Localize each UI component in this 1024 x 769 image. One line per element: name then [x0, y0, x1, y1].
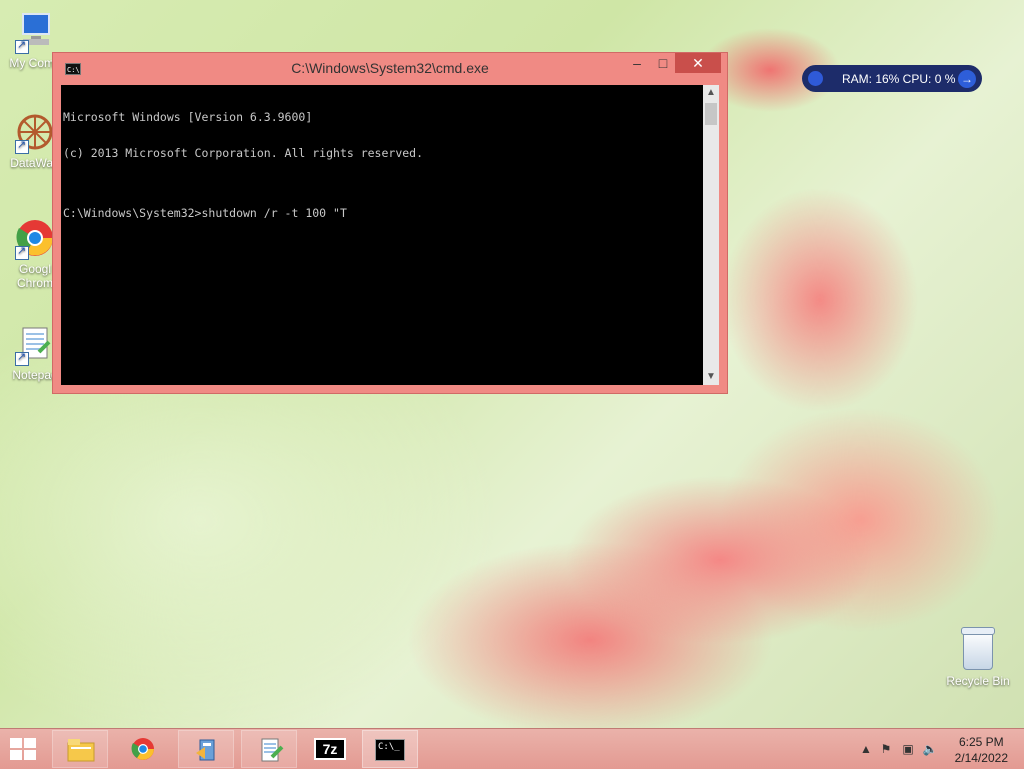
clock-time: 6:25 PM [958, 735, 1004, 749]
scroll-thumb[interactable] [705, 103, 717, 125]
window-titlebar[interactable]: C:\ C:\Windows\System32\cmd.exe – □ ✕ [53, 53, 727, 85]
taskbar-7zip[interactable]: 7z [304, 730, 360, 768]
taskbar: 7z C:\_ ▲ ⚑ ▣ 🔈 6:25 PM 2/14/2022 [0, 728, 1024, 769]
taskbar-installer[interactable] [178, 730, 234, 768]
notepadpp-icon [261, 738, 284, 762]
taskbar-cmd[interactable]: C:\_ [362, 730, 418, 768]
taskbar-chrome[interactable] [115, 730, 171, 768]
console-output[interactable]: Microsoft Windows [Version 6.3.9600] (c)… [61, 85, 713, 385]
system-monitor-widget[interactable]: RAM: 16% CPU: 0 % → [802, 65, 982, 92]
action-center-flag-icon[interactable]: ⚑ [878, 742, 894, 756]
tray-chevron-up-icon[interactable]: ▲ [858, 742, 874, 756]
scroll-up-arrow-icon[interactable]: ▲ [703, 85, 719, 101]
file-explorer-icon [67, 739, 95, 762]
datawagon-icon [13, 110, 57, 154]
console-line: Microsoft Windows [Version 6.3.9600] [63, 110, 313, 124]
maximize-button[interactable]: □ [649, 53, 677, 73]
recycle-bin-icon [961, 627, 995, 670]
desktop-icon-label: Recycle Bin [946, 674, 1010, 688]
monitor-text: RAM: 16% CPU: 0 % [842, 72, 956, 86]
console-line: (c) 2013 Microsoft Corporation. All righ… [63, 146, 424, 160]
volume-muted-icon[interactable]: 🔈 [922, 742, 938, 756]
system-tray: ▲ ⚑ ▣ 🔈 6:25 PM 2/14/2022 [834, 729, 1024, 769]
chrome-icon [13, 216, 57, 260]
clock-date: 2/14/2022 [954, 751, 1008, 765]
chrome-icon [131, 738, 154, 760]
monitor-expand-arrow-icon[interactable]: → [958, 70, 976, 88]
console-scrollbar[interactable]: ▲ ▼ [703, 85, 719, 385]
minimize-button[interactable]: – [623, 53, 651, 73]
installer-icon [196, 739, 215, 761]
notepad-icon [13, 322, 57, 366]
desktop-icon-recycle-bin[interactable]: Recycle Bin [940, 627, 1016, 688]
cmd-window[interactable]: C:\ C:\Windows\System32\cmd.exe – □ ✕ Mi… [52, 52, 728, 394]
monitor-rocket-icon[interactable] [808, 71, 823, 86]
7zip-icon: 7z [314, 738, 346, 760]
scroll-down-arrow-icon[interactable]: ▼ [703, 369, 719, 385]
taskbar-notepadpp[interactable] [241, 730, 297, 768]
console-line: C:\Windows\System32>shutdown /r -t 100 "… [63, 206, 347, 220]
clock[interactable]: 6:25 PM 2/14/2022 [955, 734, 1008, 766]
cmd-icon: C:\_ [375, 739, 405, 761]
network-icon[interactable]: ▣ [900, 742, 916, 756]
taskbar-file-explorer[interactable] [52, 730, 108, 768]
close-button[interactable]: ✕ [675, 53, 721, 73]
computer-icon [13, 10, 57, 54]
windows-start-icon[interactable] [10, 738, 36, 760]
